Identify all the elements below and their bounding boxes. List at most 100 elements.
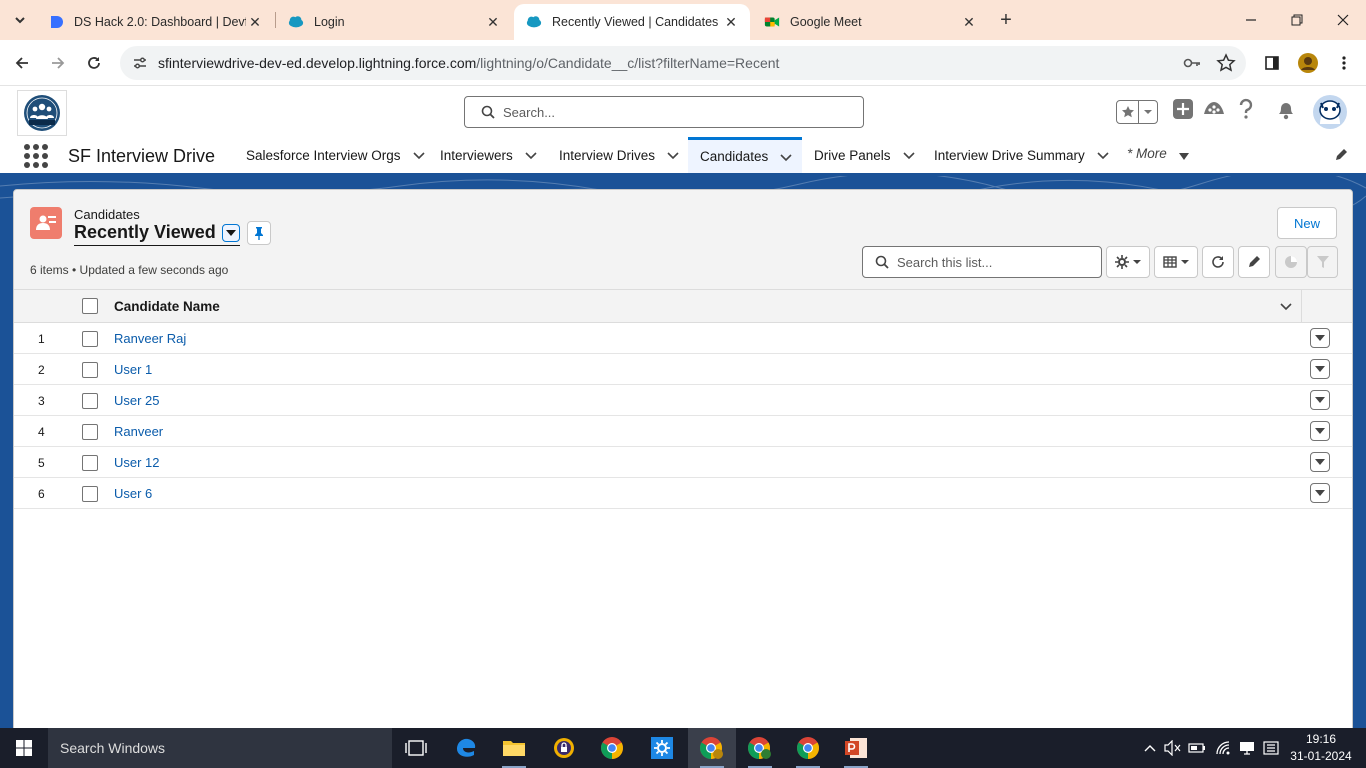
battery-button[interactable] <box>1186 728 1208 768</box>
user-profile-button[interactable] <box>1312 94 1348 130</box>
taskbar-powerpoint[interactable] <box>832 728 880 768</box>
input-method-button[interactable] <box>1260 728 1282 768</box>
chevron-down-icon[interactable] <box>1139 101 1157 123</box>
taskbar-chrome-profile-3[interactable] <box>784 728 832 768</box>
network-button[interactable] <box>1212 728 1234 768</box>
favorites-button-group[interactable] <box>1116 100 1158 124</box>
display-button[interactable] <box>1236 728 1258 768</box>
close-tab-icon[interactable]: ✕ <box>722 13 740 31</box>
global-search-box[interactable] <box>464 96 864 128</box>
site-settings-icon[interactable] <box>130 53 150 73</box>
row-actions-button[interactable] <box>1310 421 1330 441</box>
browser-tab-google-meet[interactable]: Google Meet ✕ <box>752 4 988 40</box>
help-button[interactable] <box>1236 98 1256 120</box>
chevron-down-icon[interactable] <box>1097 149 1109 161</box>
edit-nav-pencil-icon[interactable] <box>1334 148 1348 165</box>
nav-item-drive-panels[interactable]: Drive Panels <box>802 137 927 173</box>
row-checkbox[interactable] <box>82 424 98 440</box>
row-actions-button[interactable] <box>1310 452 1330 472</box>
candidate-name-link[interactable]: Ranveer <box>114 424 163 439</box>
row-actions-button[interactable] <box>1310 328 1330 348</box>
org-logo[interactable] <box>17 90 67 136</box>
browser-tab-login[interactable]: Login ✕ <box>276 4 512 40</box>
back-button[interactable] <box>10 51 34 75</box>
chevron-down-icon[interactable] <box>902 149 915 161</box>
close-tab-icon[interactable]: ✕ <box>960 13 978 31</box>
nav-item-salesforce-interview-orgs[interactable]: Salesforce Interview Orgs <box>234 137 437 173</box>
tab-search-button[interactable] <box>8 8 32 32</box>
taskbar-chrome-profile-1[interactable] <box>688 728 736 768</box>
refresh-button[interactable] <box>1202 246 1234 278</box>
new-tab-button[interactable]: + <box>994 8 1018 32</box>
notifications-button[interactable] <box>1276 98 1296 120</box>
caret-down-icon[interactable] <box>1178 150 1190 165</box>
favorites-star-icon[interactable] <box>1117 101 1139 123</box>
global-actions-button[interactable] <box>1172 98 1194 120</box>
nav-item-interview-drive-summary[interactable]: Interview Drive Summary <box>922 137 1121 173</box>
candidate-name-link[interactable]: User 12 <box>114 455 160 470</box>
row-checkbox[interactable] <box>82 455 98 471</box>
show-hidden-icons-button[interactable] <box>1140 728 1160 768</box>
browser-menu-button[interactable] <box>1332 51 1356 75</box>
list-view-selector[interactable]: Recently Viewed <box>74 222 240 246</box>
column-header-candidate-name[interactable]: Candidate Name <box>114 299 220 314</box>
nav-item-candidates[interactable]: Candidates <box>688 137 802 173</box>
nav-item-interview-drives[interactable]: Interview Drives <box>547 137 691 173</box>
taskbar-settings[interactable] <box>638 728 686 768</box>
app-launcher-button[interactable] <box>24 144 48 168</box>
row-checkbox[interactable] <box>82 331 98 347</box>
restore-window-button[interactable] <box>1274 6 1320 34</box>
close-tab-icon[interactable]: ✕ <box>246 13 264 31</box>
taskbar-vpn-app[interactable] <box>540 728 588 768</box>
browser-tab-candidates[interactable]: Recently Viewed | Candidates | Salesforc… <box>514 4 750 40</box>
browser-tab-devfolio[interactable]: DS Hack 2.0: Dashboard | Devfolio ✕ <box>36 4 274 40</box>
charts-button[interactable] <box>1275 246 1307 278</box>
chevron-down-icon[interactable] <box>667 149 679 161</box>
profile-avatar-button[interactable] <box>1296 51 1320 75</box>
row-actions-button[interactable] <box>1310 483 1330 503</box>
chevron-down-icon[interactable] <box>412 149 425 161</box>
trailhead-button[interactable] <box>1203 98 1225 120</box>
taskbar-file-explorer[interactable] <box>490 728 538 768</box>
list-search-box[interactable] <box>862 246 1102 278</box>
pin-list-view-button[interactable] <box>247 221 271 245</box>
caret-down-icon[interactable] <box>221 223 240 242</box>
inline-edit-button[interactable] <box>1238 246 1270 278</box>
taskbar-chrome-profile-2[interactable] <box>736 728 784 768</box>
list-search-input[interactable] <box>897 254 1087 270</box>
candidate-name-link[interactable]: User 1 <box>114 362 152 377</box>
forward-button[interactable] <box>46 51 70 75</box>
row-checkbox[interactable] <box>82 362 98 378</box>
new-candidate-button[interactable]: New <box>1277 207 1337 239</box>
column-actions-chevron-icon[interactable] <box>1280 300 1292 315</box>
chevron-down-icon[interactable] <box>780 151 792 163</box>
row-checkbox[interactable] <box>82 393 98 409</box>
close-window-button[interactable] <box>1320 6 1366 34</box>
task-view-button[interactable] <box>392 728 440 768</box>
nav-item-interviewers[interactable]: Interviewers <box>428 137 549 173</box>
close-tab-icon[interactable]: ✕ <box>484 13 502 31</box>
chevron-down-icon[interactable] <box>525 149 537 161</box>
bookmark-star-icon[interactable] <box>1216 53 1236 76</box>
volume-button[interactable] <box>1162 728 1184 768</box>
display-as-button[interactable] <box>1154 246 1198 278</box>
row-checkbox[interactable] <box>82 486 98 502</box>
list-view-controls-button[interactable] <box>1106 246 1150 278</box>
candidate-name-link[interactable]: Ranveer Raj <box>114 331 186 346</box>
candidate-name-link[interactable]: User 6 <box>114 486 152 501</box>
minimize-window-button[interactable] <box>1228 6 1274 34</box>
nav-more-menu[interactable]: * More <box>1127 146 1167 161</box>
start-button[interactable] <box>0 728 48 768</box>
candidate-name-link[interactable]: User 25 <box>114 393 160 408</box>
select-all-checkbox[interactable] <box>82 298 98 314</box>
taskbar-edge[interactable] <box>442 728 490 768</box>
key-icon[interactable] <box>1182 53 1202 76</box>
side-panel-button[interactable] <box>1260 51 1284 75</box>
filters-button[interactable] <box>1307 246 1338 278</box>
row-actions-button[interactable] <box>1310 359 1330 379</box>
global-search-input[interactable] <box>503 104 843 120</box>
system-clock[interactable]: 19:16 31-01-2024 <box>1282 731 1360 765</box>
row-actions-button[interactable] <box>1310 390 1330 410</box>
taskbar-search-box[interactable]: Search Windows <box>48 728 392 768</box>
reload-button[interactable] <box>82 51 106 75</box>
